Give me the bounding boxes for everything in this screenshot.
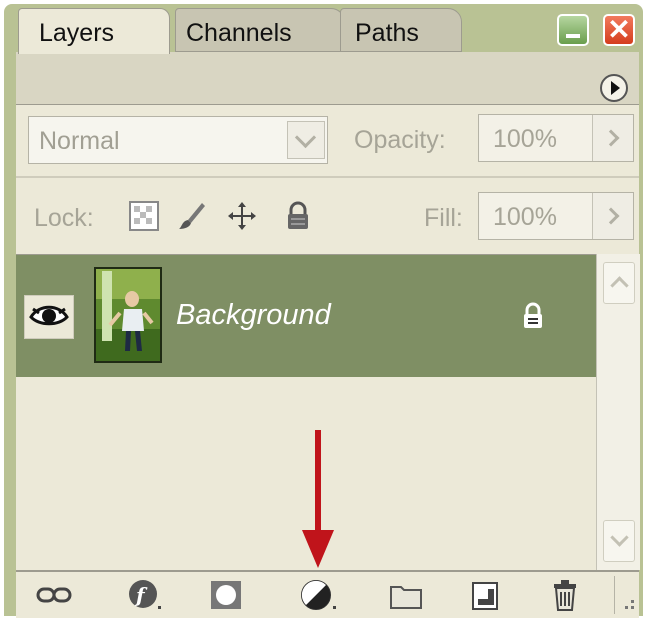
new-layer-icon[interactable] — [468, 578, 504, 612]
close-icon: ✕ — [607, 14, 631, 45]
tab-channels[interactable]: Channels — [175, 8, 345, 52]
scroll-up-button[interactable] — [603, 262, 635, 304]
blend-mode-select[interactable]: Normal — [28, 116, 328, 164]
visibility-toggle[interactable] — [24, 295, 74, 339]
opacity-label: Opacity: — [354, 126, 446, 154]
layer-lock-icon — [524, 302, 542, 328]
lock-label: Lock: — [34, 204, 94, 232]
layer-row[interactable]: Background — [16, 255, 596, 377]
resize-grip[interactable] — [614, 576, 639, 614]
opacity-slider-button[interactable] — [592, 115, 633, 161]
scroll-down-button[interactable] — [603, 520, 635, 562]
layers-scrollbar[interactable] — [596, 254, 640, 570]
layer-mask-icon[interactable] — [208, 578, 244, 612]
annotation-arrow-icon — [302, 430, 334, 568]
trash-icon[interactable] — [548, 578, 584, 612]
layer-thumbnail — [94, 267, 162, 363]
lock-position-icon[interactable] — [226, 200, 258, 232]
panel-menu-button[interactable] — [600, 74, 628, 102]
layer-style-icon[interactable]: f — [126, 578, 162, 612]
bottom-toolbar: f — [16, 570, 639, 618]
opacity-value: 100% — [493, 125, 557, 153]
minimize-icon — [566, 34, 580, 38]
lock-transparent-icon[interactable] — [128, 200, 160, 232]
layer-name[interactable]: Background — [176, 299, 331, 332]
fill-slider-button[interactable] — [592, 193, 633, 239]
divider — [16, 176, 639, 178]
lock-image-icon[interactable] — [176, 200, 208, 232]
tab-paths[interactable]: Paths — [340, 8, 462, 52]
link-layers-icon[interactable] — [36, 578, 72, 612]
fill-field[interactable]: 100% — [478, 192, 634, 240]
close-button[interactable]: ✕ — [603, 14, 635, 46]
new-group-icon[interactable] — [388, 578, 424, 612]
minimize-button[interactable] — [557, 14, 589, 46]
lock-all-icon[interactable] — [282, 200, 314, 232]
tab-strip — [16, 52, 639, 105]
fill-value: 100% — [493, 203, 557, 231]
chevron-down-icon[interactable] — [287, 121, 325, 159]
opacity-field[interactable]: 100% — [478, 114, 634, 162]
blend-mode-value: Normal — [39, 127, 120, 155]
adjustment-layer-icon[interactable] — [300, 578, 336, 612]
eye-icon — [29, 305, 69, 326]
fill-label: Fill: — [424, 204, 463, 232]
tab-layers[interactable]: Layers — [18, 8, 170, 54]
